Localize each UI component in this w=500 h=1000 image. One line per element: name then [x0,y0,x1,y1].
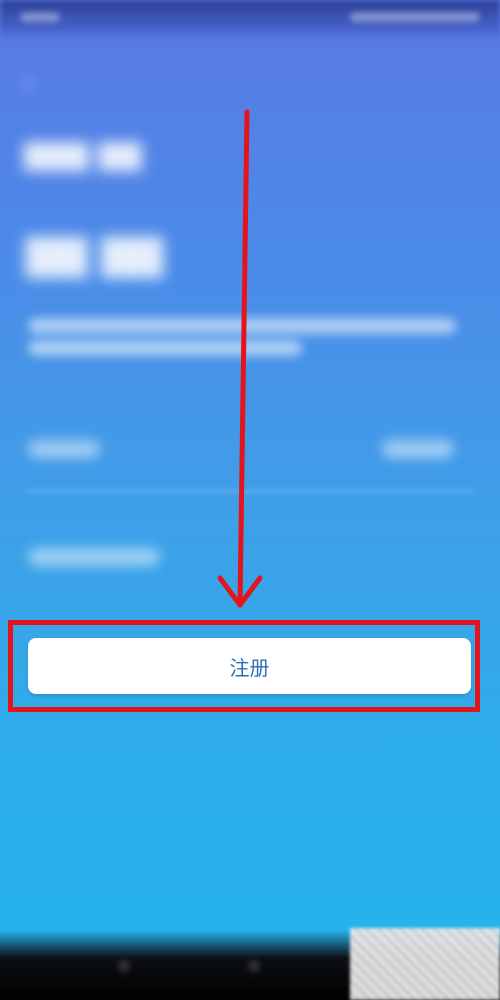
secondary-option[interactable] [28,548,160,566]
back-icon[interactable]: ‹ [24,68,34,98]
page-heading: ▇▇ ▇▇ [26,232,163,278]
nav-home-icon[interactable] [248,960,260,972]
watermark [350,928,500,1000]
phone-field[interactable] [28,440,100,458]
description-line [28,340,302,356]
status-bar [0,0,500,40]
screen: ‹ ▇▇▇ ▇▇ ▇▇ ▇▇ 注册 [0,0,500,1000]
arrow-head [217,575,263,608]
register-label: 注册 [229,655,270,680]
greeting-text: ▇▇▇ ▇▇ [24,138,142,171]
status-time-placeholder [20,12,60,22]
arrow-shaft [237,109,250,607]
status-icons-placeholder [350,12,480,22]
description-line [28,318,456,334]
field-divider [24,490,474,492]
nav-back-icon[interactable] [118,960,130,972]
verify-code-button[interactable] [382,440,454,458]
register-button[interactable]: 注册 [28,638,471,694]
